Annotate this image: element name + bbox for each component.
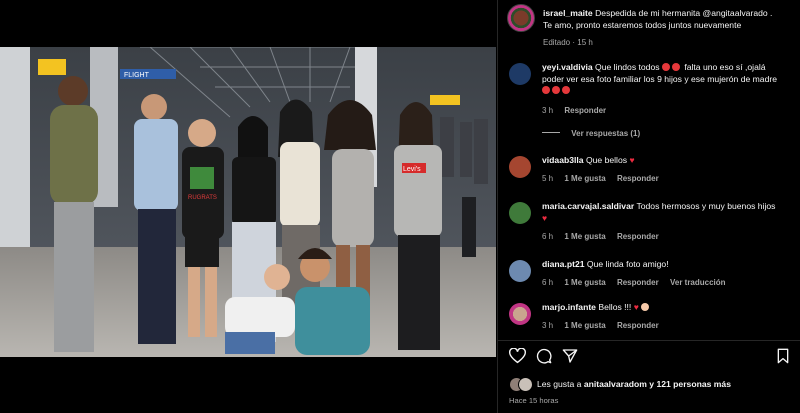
comment-time: 5 h: [542, 174, 554, 183]
reply-button[interactable]: Responder: [617, 321, 659, 330]
red-heart-emoji-icon: ♥: [633, 302, 639, 312]
commenter-username[interactable]: vidaab3lla: [542, 155, 584, 165]
comment-item: vidaab3lla Que bellos ♥ 5 h 1 Me gusta R…: [509, 155, 800, 191]
commenter-avatar[interactable]: [509, 202, 531, 224]
reply-button[interactable]: Responder: [617, 278, 659, 287]
caption-text-line2: Te amo, pronto estaremos todos juntos nu…: [543, 19, 742, 30]
comment-likes[interactable]: 1 Me gusta: [564, 321, 605, 330]
person-green-hoodie: [50, 76, 98, 352]
replies-divider: [542, 132, 560, 133]
posted-time[interactable]: Hace 15 horas: [509, 396, 558, 405]
yellow-sign: [38, 59, 66, 75]
rugrats-text: RUGRATS: [188, 195, 217, 201]
view-replies-button[interactable]: Ver respuestas (1): [571, 129, 640, 138]
comment-text: Que linda foto amigo!: [586, 259, 669, 269]
comment-time: 6 h: [542, 278, 554, 287]
person-blue-shirt: [134, 94, 178, 344]
red-heart-emoji-icon: ♥: [629, 155, 635, 165]
save-bookmark-icon[interactable]: [776, 348, 790, 364]
commenter-avatar[interactable]: [509, 260, 531, 282]
comment-item: marjo.infante Bellos !!! ♥ 3 h 1 Me gust…: [509, 302, 800, 338]
red-heart-emoji-icon: ♥: [542, 212, 548, 223]
comment-text: Bellos !!!: [598, 302, 632, 312]
comment-time: 3 h: [542, 321, 554, 330]
reply-button[interactable]: Responder: [564, 106, 606, 115]
levis-logo-text: Levi's: [403, 166, 421, 173]
comment-item: maria.carvajal.saldivar Todos hermosos y…: [509, 201, 800, 247]
comment-likes[interactable]: 1 Me gusta: [564, 174, 605, 183]
caption-text-line1: Despedida de mi hermanita @angitaalvarad…: [595, 8, 773, 18]
liker-username[interactable]: anitaalvaradom: [584, 379, 647, 389]
comment-item: yeyi.valdivia Que lindos todos falta uno…: [509, 62, 800, 142]
heart-eyes-emoji-icon: [671, 63, 680, 71]
heart-eyes-emoji-icon: [661, 63, 670, 71]
commenter-username[interactable]: yeyi.valdivia: [542, 62, 593, 72]
comment-likes[interactable]: 1 Me gusta: [564, 278, 605, 287]
reply-button[interactable]: Responder: [617, 232, 659, 241]
comment-time: 6 h: [542, 232, 554, 241]
author-username[interactable]: israel_maite: [543, 8, 593, 18]
comment-text: Todos hermosos y muy buenos hijos: [636, 201, 776, 211]
author-avatar[interactable]: [507, 4, 535, 32]
action-bar: [509, 348, 789, 368]
commenter-avatar[interactable]: [509, 156, 531, 178]
heart-eyes-emoji-icon: [552, 86, 560, 94]
liker-avatar[interactable]: [518, 377, 533, 392]
reply-button[interactable]: Responder: [617, 174, 659, 183]
likes-row: Les gusta a anitaalvaradom y 121 persona…: [509, 377, 799, 392]
commenter-avatar[interactable]: [509, 303, 531, 325]
edited-label: Editado · 15 h: [543, 38, 593, 47]
commenter-username[interactable]: diana.pt21: [542, 259, 585, 269]
comment-time: 3 h: [542, 106, 554, 115]
actions-divider: [498, 340, 800, 341]
comment-text: Que bellos: [585, 155, 628, 165]
likes-prefix: Les gusta a: [537, 379, 582, 389]
comment-item: diana.pt21 Que linda foto amigo! 6 h 1 M…: [509, 259, 800, 295]
clap-emoji-icon: [641, 303, 650, 311]
post-photo[interactable]: FLIGHT RUGRATS Levi's: [0, 47, 496, 357]
airport-group-photo: FLIGHT RUGRATS Levi's: [0, 47, 496, 357]
commenter-avatar[interactable]: [509, 63, 531, 85]
comment-text: Que lindos todos: [595, 62, 660, 72]
heart-eyes-emoji-icon: [542, 86, 550, 94]
post-side-panel: israel_maite Despedida de mi hermanita @…: [497, 0, 800, 413]
likes-count[interactable]: y 121 personas más: [649, 379, 731, 389]
comment-bubble-icon[interactable]: [536, 348, 552, 364]
commenter-username[interactable]: maria.carvajal.saldivar: [542, 201, 634, 211]
commenter-username[interactable]: marjo.infante: [542, 302, 596, 312]
share-send-icon[interactable]: [562, 348, 578, 364]
heart-eyes-emoji-icon: [562, 86, 570, 94]
like-heart-icon[interactable]: [509, 348, 526, 364]
airport-sign-text: FLIGHT: [124, 72, 150, 79]
comment-likes[interactable]: 1 Me gusta: [564, 232, 605, 241]
comment-text-line2: poder ver esa foto familiar los 9 hijos …: [542, 73, 778, 84]
see-translation-button[interactable]: Ver traducción: [670, 278, 726, 287]
comment-text-tail: falta uno eso sí ,ojalá: [684, 62, 766, 72]
